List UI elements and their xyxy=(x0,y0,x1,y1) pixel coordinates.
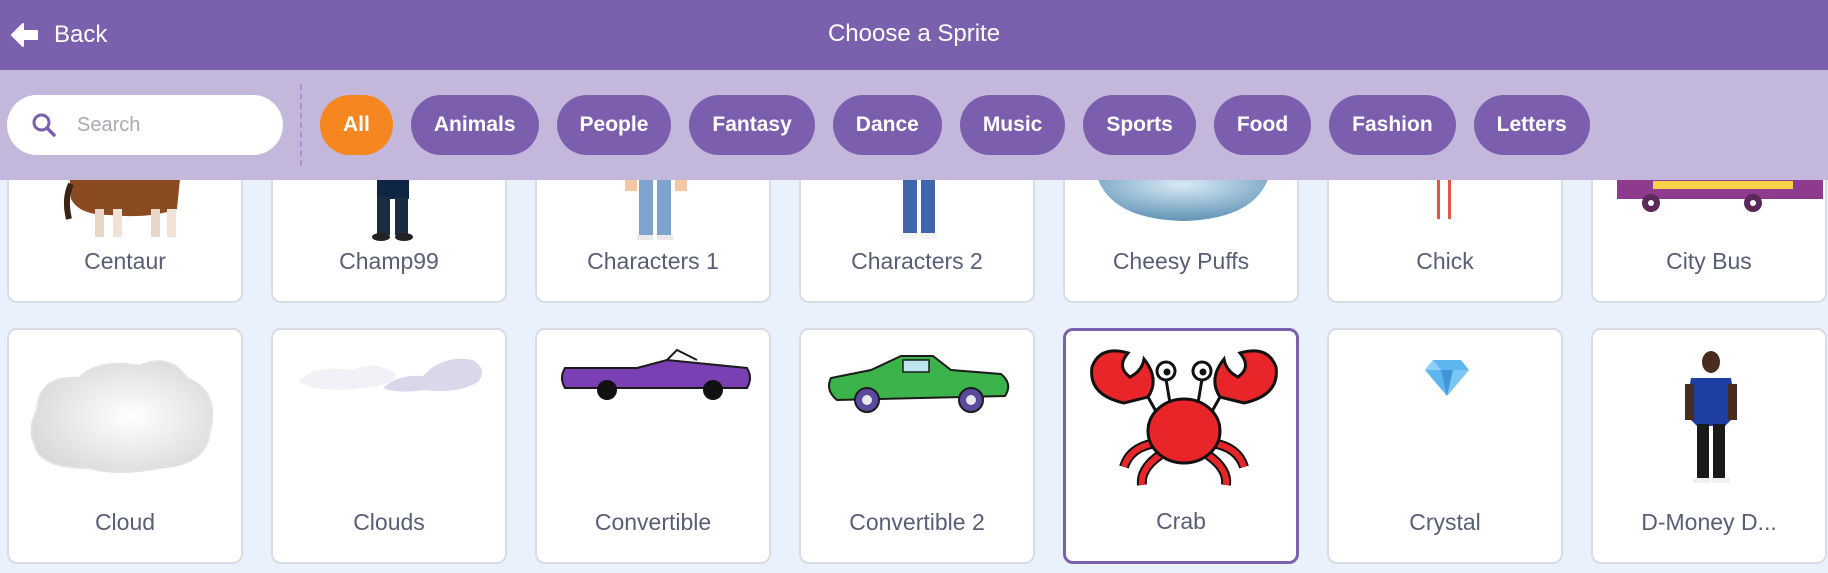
tag-food[interactable]: Food xyxy=(1213,95,1312,155)
sprite-name: Centaur xyxy=(84,248,166,274)
sprite-name: Crystal xyxy=(1409,509,1481,535)
sprite-name: Convertible 2 xyxy=(849,509,985,535)
tag-people[interactable]: People xyxy=(556,95,672,155)
sprite-tile-d-money[interactable]: D-Money D... xyxy=(1591,328,1827,564)
header-bar: Back Choose a Sprite xyxy=(0,0,1828,70)
sprite-tile-crystal[interactable]: Crystal xyxy=(1327,328,1563,564)
sprite-name: Cheesy Puffs xyxy=(1112,248,1250,274)
tag-music[interactable]: Music xyxy=(959,95,1066,155)
sprite-name: Crab xyxy=(1156,508,1206,534)
clouds-thumbnail xyxy=(298,358,482,392)
sprite-tile-cloud[interactable]: Cloud xyxy=(7,328,243,564)
sprite-tile-crab[interactable]: Crab xyxy=(1063,328,1299,564)
sprite-name: City Bus xyxy=(1666,248,1752,274)
cloud-thumbnail xyxy=(30,360,214,473)
page-title: Choose a Sprite xyxy=(827,20,1001,47)
tag-sports[interactable]: Sports xyxy=(1083,95,1196,155)
sprite-name: Champ99 xyxy=(339,248,439,274)
convertible-thumbnail xyxy=(561,348,751,400)
tag-fashion[interactable]: Fashion xyxy=(1329,95,1456,155)
sprite-tile-clouds[interactable]: Clouds xyxy=(271,328,507,564)
sprite-name: Chick xyxy=(1416,248,1474,274)
d-money-thumbnail xyxy=(1685,351,1737,483)
sprite-name: Clouds xyxy=(353,509,425,535)
search-icon xyxy=(31,112,57,138)
filter-bar: All Animals People Fantasy Dance Music S… xyxy=(0,70,1828,180)
tag-all[interactable]: All xyxy=(320,95,393,155)
search-box[interactable] xyxy=(7,95,283,155)
sprite-name: Characters 1 xyxy=(587,248,719,274)
sprite-tile-convertible[interactable]: Convertible xyxy=(535,328,771,564)
tag-list: All Animals People Fantasy Dance Music S… xyxy=(320,95,1590,155)
crystal-thumbnail xyxy=(1425,360,1469,396)
sprite-name: Characters 2 xyxy=(851,248,983,274)
sprite-name: D-Money D... xyxy=(1641,509,1777,535)
tag-letters[interactable]: Letters xyxy=(1473,95,1590,155)
sprite-name: Convertible xyxy=(594,509,712,535)
sprite-tile-convertible-2[interactable]: Convertible 2 xyxy=(799,328,1035,564)
crab-thumbnail xyxy=(1090,349,1278,486)
tag-fantasy[interactable]: Fantasy xyxy=(689,95,815,155)
convertible-2-thumbnail xyxy=(828,355,1010,413)
tag-animals[interactable]: Animals xyxy=(410,95,539,155)
tag-dance[interactable]: Dance xyxy=(832,95,942,155)
search-input[interactable] xyxy=(75,112,259,138)
filter-divider xyxy=(300,84,302,166)
sprite-name: Cloud xyxy=(94,509,156,535)
